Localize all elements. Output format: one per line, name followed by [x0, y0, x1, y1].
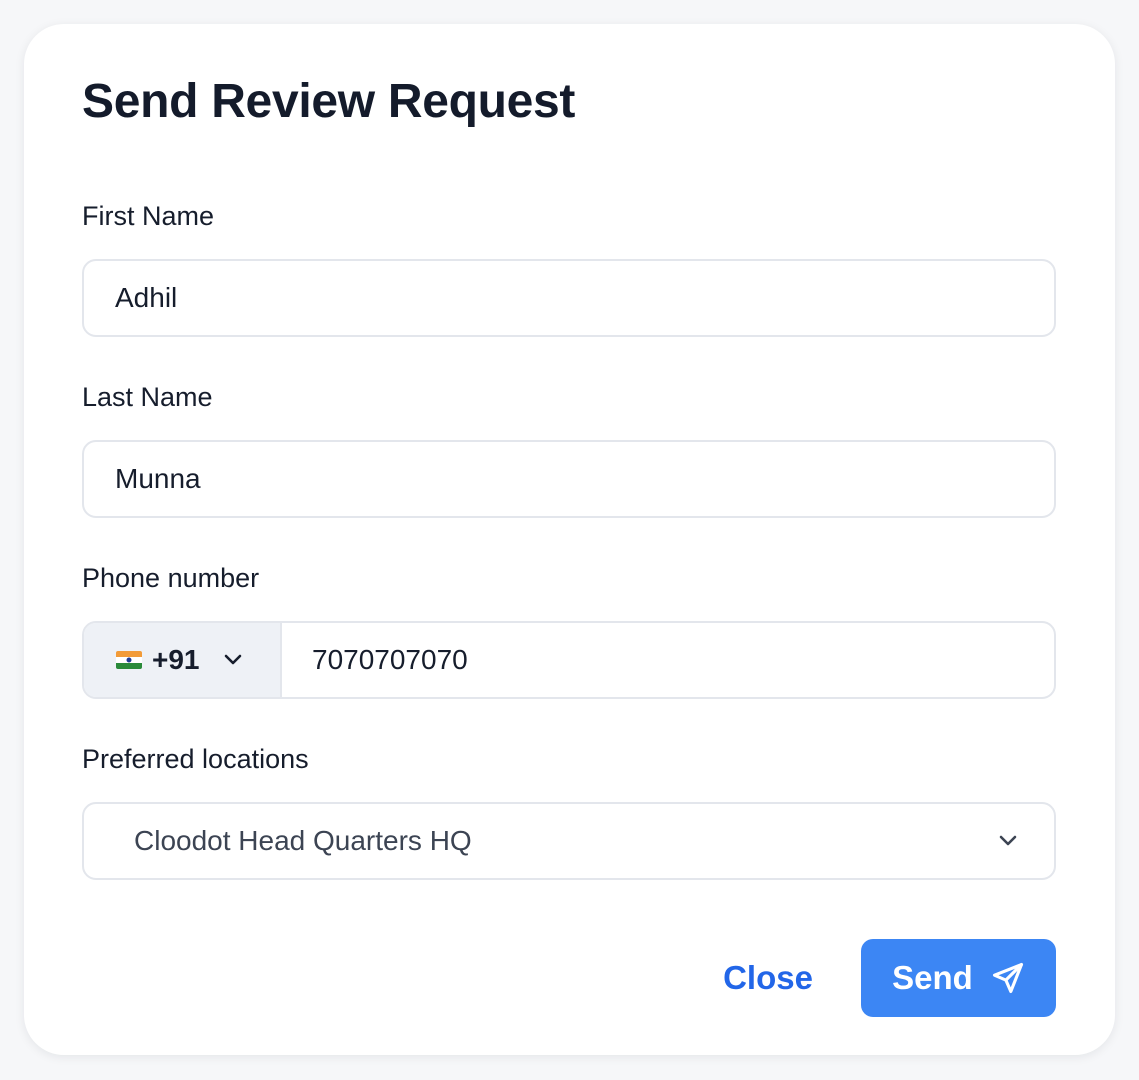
last-name-input[interactable]	[84, 442, 1054, 516]
chevron-down-icon	[999, 835, 1017, 846]
paper-plane-icon	[992, 962, 1023, 994]
phone-number-label: Phone number	[82, 563, 260, 593]
send-review-request-dialog: Send Review Request First Name Last Name…	[24, 24, 1115, 1055]
dial-code: +91	[152, 644, 200, 675]
send-button-label: Send	[892, 959, 973, 996]
chevron-down-icon	[224, 654, 241, 665]
india-flag-icon	[116, 651, 142, 669]
dialog-title: Send Review Request	[82, 75, 576, 128]
close-button[interactable]: Close	[698, 939, 838, 1017]
last-name-field-wrapper	[82, 440, 1056, 518]
first-name-field-wrapper	[82, 259, 1056, 337]
send-button[interactable]: Send	[861, 939, 1056, 1017]
first-name-label: First Name	[82, 201, 215, 231]
last-name-label: Last Name	[82, 382, 213, 412]
preferred-locations-label: Preferred locations	[82, 744, 309, 774]
selected-location: Cloodot Head Quarters HQ	[134, 825, 472, 856]
phone-number-field: +91	[82, 621, 1056, 699]
preferred-locations-select[interactable]: Cloodot Head Quarters HQ	[82, 802, 1056, 880]
country-code-select[interactable]: +91	[84, 623, 282, 697]
first-name-input[interactable]	[84, 261, 1054, 335]
phone-number-input[interactable]	[282, 623, 1054, 697]
